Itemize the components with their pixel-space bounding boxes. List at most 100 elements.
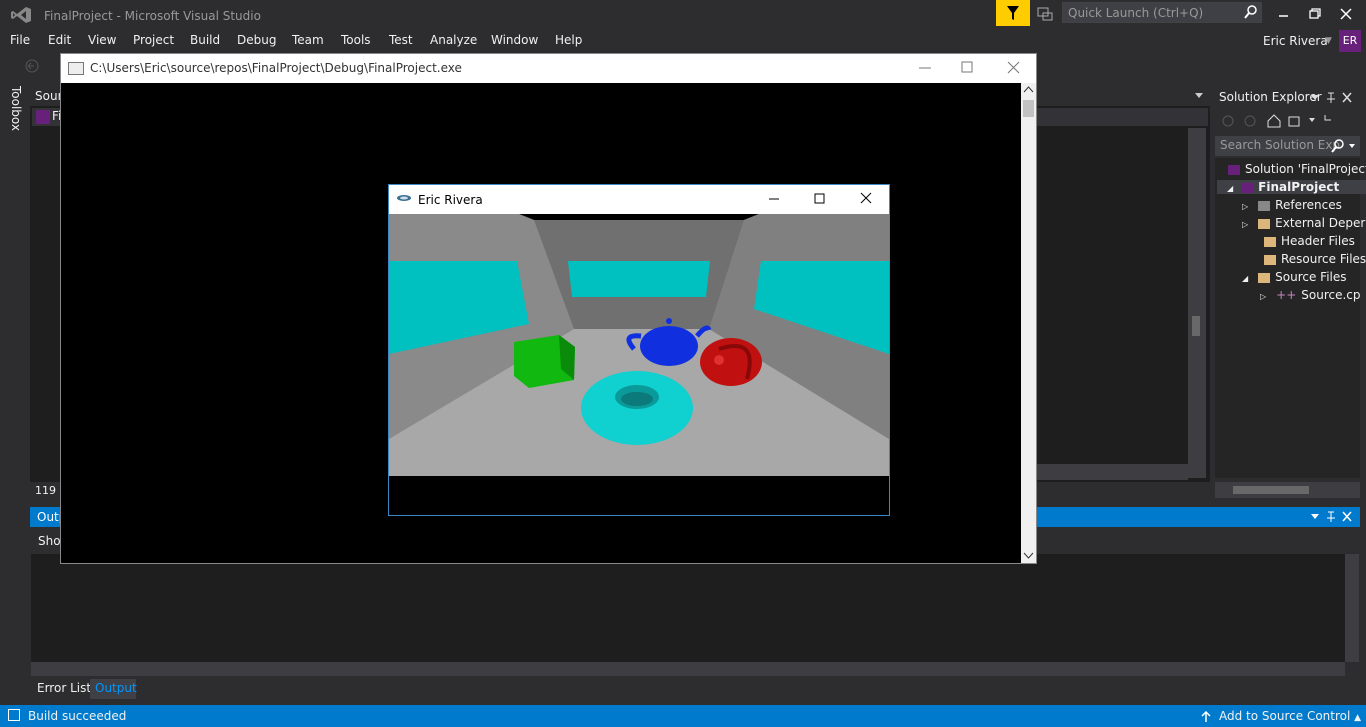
folder-icon [1258,272,1271,283]
folder-icon [1264,254,1276,265]
solution-icon [1228,164,1240,175]
search-icon[interactable] [1331,139,1359,153]
close-icon [1007,61,1020,74]
menu-team[interactable]: Team [292,33,324,47]
filter-icon [1007,6,1019,20]
se-toolbar-icons[interactable] [1221,114,1341,128]
tree-item-external-deps[interactable]: ▷ External Deper [1242,216,1366,230]
minimize-icon[interactable] [1274,6,1294,22]
menu-debug[interactable]: Debug [237,33,276,47]
red-teapot [700,338,762,386]
editor-horizontal-scrollbar[interactable] [1036,464,1188,480]
console-window-title: C:\Users\Eric\source\repos\FinalProject\… [90,61,462,75]
add-to-source-control-button[interactable]: Add to Source Control ▲ [1219,709,1361,723]
avatar[interactable]: ER [1339,30,1361,52]
menu-analyze[interactable]: Analyze [430,33,477,47]
editor-vertical-scrollbar[interactable] [1188,128,1206,478]
menu-file[interactable]: File [10,33,30,47]
chevron-down-icon[interactable]: ▼ [1325,36,1332,46]
output-show-label: Sho [38,534,61,548]
console-window-controls[interactable] [915,60,1027,76]
project-icon [36,110,50,124]
console-app-icon [68,62,84,75]
close-icon [1342,92,1352,103]
menu-view[interactable]: View [88,33,116,47]
output-status-icon [8,709,20,721]
tree-item-finalproject[interactable]: ◢ FinalProject [1217,180,1366,194]
navigate-back-icon[interactable] [24,58,40,74]
restore-icon[interactable] [1305,6,1325,22]
close-icon[interactable] [1336,6,1356,22]
notifications-button[interactable] [996,0,1030,26]
expanded-arrow-icon: ◢ [1227,184,1234,193]
cyan-torus [581,371,693,445]
maximize-icon [814,193,825,204]
tree-item-source-cpp[interactable]: ▷++Source.cpp [1260,288,1360,302]
scroll-thumb[interactable] [1192,316,1200,336]
solution-explorer-title: Solution Explorer [1219,90,1322,104]
close-icon [860,192,872,204]
editor-tab[interactable]: Sour [35,89,63,103]
scroll-down-icon [1023,552,1034,559]
tab-error-list[interactable]: Error List [37,681,91,695]
menu-help[interactable]: Help [555,33,582,47]
chevron-up-icon: ▲ [1354,713,1362,723]
solution-explorer-toolbar [1215,108,1360,134]
collapsed-arrow-icon: ▷ [1242,220,1249,229]
menu-tools[interactable]: Tools [341,33,371,47]
output-text-area[interactable] [31,554,1345,662]
user-name[interactable]: Eric Rivera [1263,34,1328,48]
menu-window[interactable]: Window [491,33,538,47]
menu-edit[interactable]: Edit [48,33,71,47]
folder-icon [1264,236,1276,247]
visual-studio-logo-icon [11,7,31,23]
pin-icon [1327,511,1335,522]
tree-item-references[interactable]: ▷ References [1242,198,1366,212]
tree-item-header-files[interactable]: Header Files [1264,234,1366,248]
tree-item-source-files[interactable]: ◢ Source Files [1242,270,1366,284]
toolbox-tab[interactable]: Toolbox [9,86,23,131]
green-cube [514,335,575,388]
menu-build[interactable]: Build [190,33,220,47]
console-scrollbar[interactable] [1021,83,1036,563]
chevron-down-icon [1311,514,1319,519]
3d-scene-render [389,214,889,476]
chevron-down-icon [1311,95,1319,100]
project-icon [1241,182,1254,193]
feedback-icon[interactable] [1036,5,1054,23]
references-icon [1258,200,1271,211]
panel-controls[interactable] [1311,511,1361,523]
tree-item-resource-files[interactable]: Resource Files [1264,252,1366,266]
bottom-tab-bar [30,678,1360,700]
window-title: FinalProject - Microsoft Visual Studio [44,9,261,23]
tab-output[interactable]: Output [90,679,137,699]
menu-test[interactable]: Test [389,33,413,47]
maximize-icon [961,61,973,73]
external-deps-icon [1258,218,1271,229]
status-bar [0,705,1366,727]
expanded-arrow-icon: ◢ [1242,274,1249,283]
panel-controls[interactable] [1311,92,1361,104]
tree-item-solution[interactable]: Solution 'FinalProject' [1228,162,1366,176]
pin-icon [1327,92,1335,103]
opengl-window-title: Eric Rivera [418,193,483,207]
output-vertical-scrollbar[interactable] [1345,554,1359,662]
status-message: Build succeeded [28,709,127,723]
arrow-up-icon [1201,711,1211,722]
quick-launch-input[interactable]: Quick Launch (Ctrl+Q) [1062,2,1262,23]
home-icon [1267,114,1281,128]
search-icon[interactable] [1244,5,1258,19]
toolbox-strip [0,79,30,679]
collapsed-arrow-icon: ▷ [1242,202,1249,211]
scroll-thumb[interactable] [1233,486,1309,494]
back-window [568,261,710,297]
close-icon [1342,511,1352,522]
opengl-window-controls[interactable] [762,191,882,207]
scroll-thumb[interactable] [1023,100,1034,117]
glut-app-icon [397,195,411,201]
collapsed-arrow-icon: ▷ [1260,292,1267,301]
cpp-file-icon: ++ [1276,288,1297,302]
chevron-down-icon[interactable] [1194,90,1204,100]
menu-project[interactable]: Project [133,33,174,47]
output-horizontal-scrollbar[interactable] [31,662,1345,676]
